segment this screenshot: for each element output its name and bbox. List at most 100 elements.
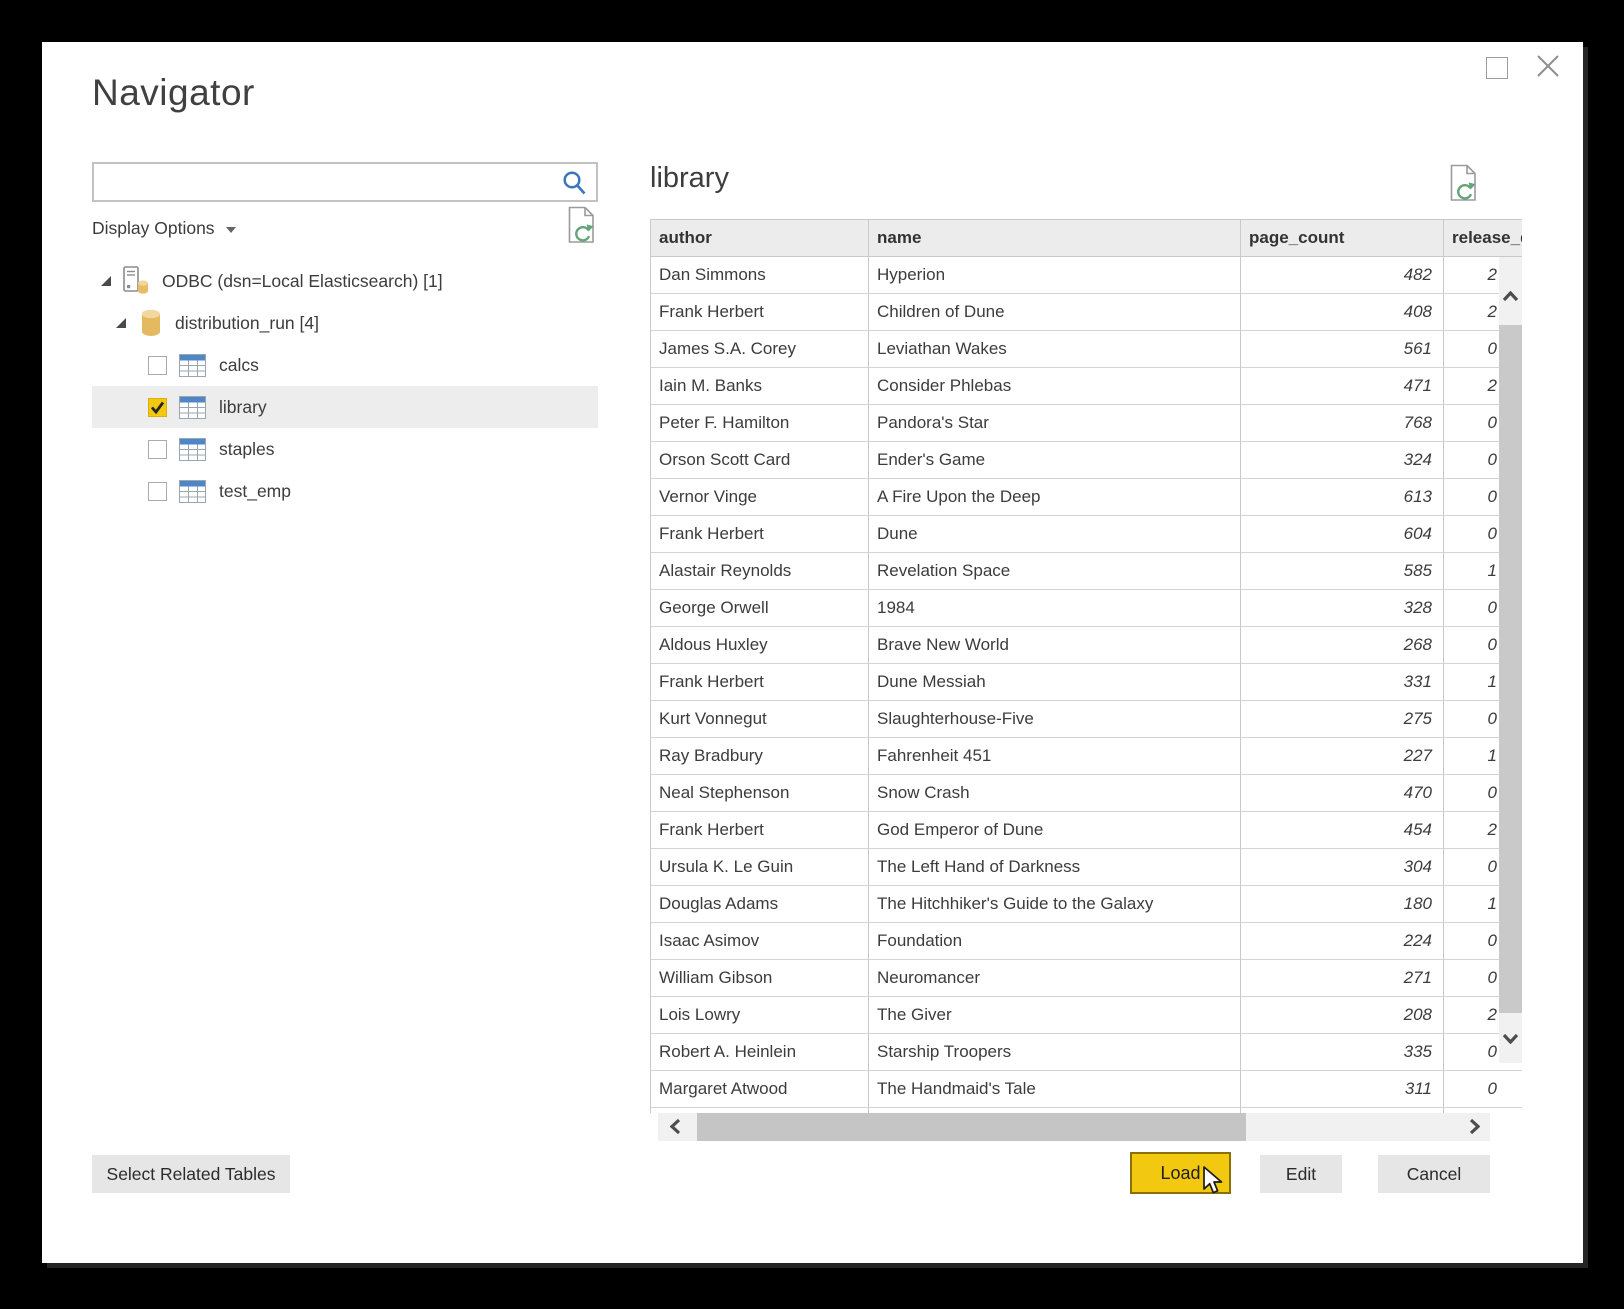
cell-page-count: 471 xyxy=(1241,368,1444,405)
refresh-icon xyxy=(1448,164,1478,202)
cell-name: Starship Troopers xyxy=(869,1034,1241,1071)
cell-page-count: 482 xyxy=(1241,257,1444,294)
table-row: Robert A. HeinleinStarship Troopers3350 xyxy=(651,1034,1522,1071)
cell-page-count: 304 xyxy=(1241,849,1444,886)
close-button[interactable] xyxy=(1534,52,1562,80)
cell-author: Margaret Atwood xyxy=(651,1071,869,1108)
scroll-right-button[interactable] xyxy=(1469,1118,1480,1140)
tree-item-test_emp[interactable]: test_emp xyxy=(92,470,598,512)
tree-item-calcs[interactable]: calcs xyxy=(92,344,598,386)
table-icon xyxy=(179,396,206,419)
cell-author: Dan Simmons xyxy=(651,257,869,294)
checkbox-test_emp[interactable] xyxy=(148,482,167,501)
column-header-page-count: page_count xyxy=(1241,220,1444,257)
scroll-left-button[interactable] xyxy=(670,1118,681,1140)
edit-button[interactable]: Edit xyxy=(1260,1155,1342,1193)
cell-author: Ray Bradbury xyxy=(651,738,869,775)
vertical-scroll-thumb[interactable] xyxy=(1499,325,1522,1013)
table-row: Aldous HuxleyBrave New World2680 xyxy=(651,627,1522,664)
display-options-dropdown[interactable]: Display Options xyxy=(92,218,236,239)
table-row: Frank HerbertChildren of Dune4082 xyxy=(651,294,1522,331)
checkmark-icon xyxy=(150,401,165,414)
table-row: William GibsonNeuromancer2710 xyxy=(651,960,1522,997)
tree-item-database[interactable]: distribution_run [4] xyxy=(92,302,598,344)
cell-page-count: 768 xyxy=(1241,405,1444,442)
tree-item-odbc-source[interactable]: ODBC (dsn=Local Elasticsearch) [1] xyxy=(92,260,598,302)
cell-name: Snow Crash xyxy=(869,775,1241,812)
screen: { "window": { "title": "Navigator" }, "l… xyxy=(0,0,1624,1309)
refresh-button[interactable] xyxy=(566,206,596,249)
column-header-name: name xyxy=(869,220,1241,257)
cell-page-count: 180 xyxy=(1241,886,1444,923)
close-icon xyxy=(1534,52,1562,80)
cell-author: Orson Scott Card xyxy=(651,442,869,479)
cell-page-count: 470 xyxy=(1241,775,1444,812)
chevron-down-icon xyxy=(226,227,236,233)
table-row: Frank HerbertDune Messiah3311 xyxy=(651,664,1522,701)
refresh-icon xyxy=(566,206,596,244)
horizontal-scroll-thumb[interactable] xyxy=(697,1113,1246,1141)
cell-page-count: 227 xyxy=(1241,738,1444,775)
table-icon xyxy=(179,354,206,377)
cell-name: Hyperion xyxy=(869,257,1241,294)
cell-author: Robert A. Heinlein xyxy=(651,1034,869,1071)
cell-page-count: 311 xyxy=(1241,1071,1444,1108)
cell-name: Consider Phlebas xyxy=(869,368,1241,405)
search-input[interactable] xyxy=(94,164,596,200)
checkbox-library[interactable] xyxy=(148,398,167,417)
cell-name: Slaughterhouse-Five xyxy=(869,701,1241,738)
tree-item-label: calcs xyxy=(219,355,259,376)
cell-author: Douglas Adams xyxy=(651,886,869,923)
cell-author: Aldous Huxley xyxy=(651,627,869,664)
cell-name: Neuromancer xyxy=(869,960,1241,997)
cell-author: Kurt Vonnegut xyxy=(651,701,869,738)
cell-author: Frank Herbert xyxy=(651,294,869,331)
cell-author: Alastair Reynolds xyxy=(651,553,869,590)
table-body: Dan SimmonsHyperion4822Frank HerbertChil… xyxy=(651,257,1522,1113)
tree-children: calcs librarystaplestest_emp xyxy=(92,344,598,512)
page-title: Navigator xyxy=(92,72,255,114)
restore-button[interactable] xyxy=(1486,57,1508,79)
table-row: Frank HerbertDune6040 xyxy=(651,516,1522,553)
search-icon[interactable] xyxy=(560,169,588,202)
tree-item-staples[interactable]: staples xyxy=(92,428,598,470)
cell-release-date: 0 xyxy=(1444,1071,1522,1108)
cell-name: The Handmaid's Tale xyxy=(869,1071,1241,1108)
cell-page-count: 331 xyxy=(1241,664,1444,701)
navigator-dialog: Navigator Display Options xyxy=(42,42,1583,1263)
table-row: George Orwell19843280 xyxy=(651,590,1522,627)
table-row: Alastair ReynoldsRevelation Space5851 xyxy=(651,553,1522,590)
tree-item-library[interactable]: library xyxy=(92,386,598,428)
preview-table-title: library xyxy=(650,162,729,195)
cell-page-count: 268 xyxy=(1241,627,1444,664)
cell-page-count: 585 xyxy=(1241,553,1444,590)
scroll-down-button[interactable] xyxy=(1502,1031,1519,1049)
expander-icon[interactable] xyxy=(101,276,111,286)
table-icon xyxy=(179,438,206,461)
preview-refresh-button[interactable] xyxy=(1448,164,1478,207)
cell-page-count: 224 xyxy=(1241,923,1444,960)
cell-name: The Hitchhiker's Guide to the Galaxy xyxy=(869,886,1241,923)
cell-page-count: 324 xyxy=(1241,442,1444,479)
select-related-tables-button[interactable]: Select Related Tables xyxy=(92,1155,290,1193)
cell-name: Foundation xyxy=(869,923,1241,960)
checkbox-staples[interactable] xyxy=(148,440,167,459)
cell-name: 1984 xyxy=(869,590,1241,627)
table-row: Iain M. BanksConsider Phlebas4712 xyxy=(651,368,1522,405)
cell-page-count: 613 xyxy=(1241,479,1444,516)
checkbox-calcs[interactable] xyxy=(148,356,167,375)
cancel-button[interactable]: Cancel xyxy=(1378,1155,1490,1193)
expander-icon[interactable] xyxy=(116,318,126,328)
cell-name: The Giver xyxy=(869,997,1241,1034)
cell-author: Frank Herbert xyxy=(651,812,869,849)
cell-name: Revelation Space xyxy=(869,553,1241,590)
cell-author: Lois Lowry xyxy=(651,997,869,1034)
scroll-up-button[interactable] xyxy=(1502,289,1519,307)
table-row: Orson Scott CardEnder's Game3240 xyxy=(651,442,1522,479)
cell-name: God Emperor of Dune xyxy=(869,812,1241,849)
horizontal-scrollbar[interactable] xyxy=(658,1113,1490,1141)
vertical-scrollbar[interactable] xyxy=(1499,257,1522,1063)
load-button[interactable]: Load xyxy=(1130,1152,1231,1194)
cell-author: Frank Herbert xyxy=(651,664,869,701)
table-row: Frank HerbertGod Emperor of Dune4542 xyxy=(651,812,1522,849)
